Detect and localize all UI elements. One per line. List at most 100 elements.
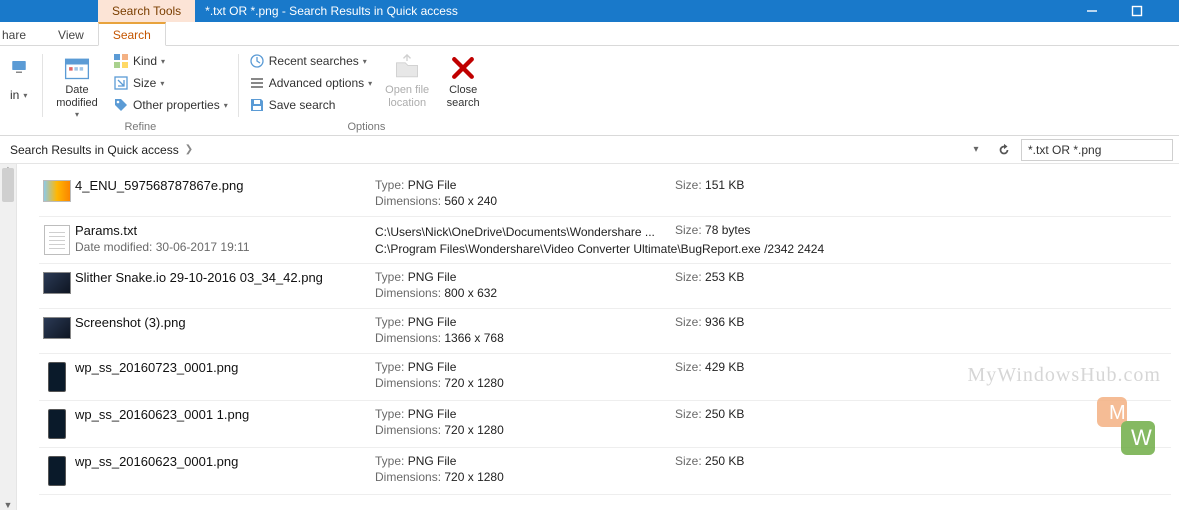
file-name-cell: Slither Snake.io 29-10-2016 03_34_42.png [75,270,375,285]
result-row[interactable]: 4_ENU_597568787867e.pngType: PNG FileDim… [39,172,1171,217]
chevron-right-icon[interactable]: ❯ [185,144,193,155]
file-size-cell: Size: 250 KB [675,407,875,421]
date-modified-button[interactable]: Date modified ▾ [49,50,105,119]
history-dropdown-button[interactable]: ▾ [965,139,987,161]
file-name-cell: wp_ss_20160723_0001.png [75,360,375,375]
file-size-cell: Size: 253 KB [675,270,875,284]
file-dimensions: Dimensions: 720 x 1280 [375,470,675,484]
scroll-down-icon[interactable]: ▼ [0,500,16,510]
result-row[interactable]: wp_ss_20160623_0001 1.pngType: PNG File D… [39,401,1171,448]
date-modified-label: Date modified [56,84,98,109]
close-window-button[interactable] [1159,0,1179,22]
search-input[interactable]: *.txt OR *.png [1021,139,1173,161]
window-controls [1069,0,1179,22]
file-name: Slither Snake.io 29-10-2016 03_34_42.png [75,270,365,285]
file-size: Size: 250 KB [675,407,875,421]
file-type: Type: PNG File [375,315,675,329]
titlebar-left-gap [0,0,98,22]
file-name-cell: Params.txtDate modified: 30-06-2017 19:1… [75,223,375,254]
advanced-options-label: Advanced options [269,76,364,90]
other-properties-dropdown[interactable]: Other properties ▾ [109,94,232,116]
file-size: Size: 936 KB [675,315,875,329]
file-icon [39,407,75,439]
content-area: ▲ ▼ 4_ENU_597568787867e.pngType: PNG Fil… [0,164,1179,510]
file-dimensions: Dimensions: 720 x 1280 [375,423,675,437]
file-size-cell: Size: 936 KB [675,315,875,329]
file-details-cell: Type: PNG FileDimensions: 720 x 1280 [375,454,675,484]
chevron-down-icon: ▾ [224,101,228,110]
close-search-button[interactable]: Close search [438,50,488,109]
minimize-button[interactable] [1069,0,1114,22]
file-icon [39,223,75,255]
result-row[interactable]: Slither Snake.io 29-10-2016 03_34_42.png… [39,264,1171,309]
file-size-cell: Size: 429 KB [675,360,875,374]
result-row[interactable]: Screenshot (3).pngType: PNG File Dimensio… [39,309,1171,354]
file-type: Type: PNG File [375,178,675,192]
maximize-button[interactable] [1114,0,1159,22]
calendar-icon [61,52,93,84]
tab-search[interactable]: Search [98,22,166,46]
file-icon [39,360,75,392]
file-name: Params.txt [75,223,365,238]
file-name-cell: wp_ss_20160623_0001.png [75,454,375,469]
file-dimensions: Dimensions: 720 x 1280 [375,376,675,390]
refresh-button[interactable] [993,139,1015,161]
file-icon [39,270,75,294]
chevron-down-icon: ▾ [23,91,27,100]
pc-icon [10,58,28,76]
file-name: wp_ss_20160723_0001.png [75,360,365,375]
result-row[interactable]: wp_ss_20160723_0001.png Type: PNG FileDim… [39,354,1171,401]
size-dropdown[interactable]: Size ▾ [109,72,232,94]
nav-pane-scrollbar[interactable]: ▲ ▼ [0,164,17,510]
kind-label: Kind [133,54,157,68]
folder-open-icon [391,52,423,84]
tab-share[interactable]: hare [0,24,44,45]
size-label: Size [133,76,156,90]
result-row[interactable]: Params.txtDate modified: 30-06-2017 19:1… [39,217,1171,264]
file-details-cell: C:\Users\Nick\OneDrive\Documents\Wonders… [375,223,675,239]
this-pc-button[interactable] [6,50,36,84]
save-search-label: Save search [269,98,336,112]
ribbon-group-location: in ▾ [0,50,42,135]
clock-icon [249,53,265,69]
file-type: Type: PNG File [375,270,675,284]
file-details-cell: Type: PNG File Dimensions: 800 x 632 [375,270,675,300]
result-row[interactable]: wp_ss_20160623_0001.pngType: PNG FileDim… [39,448,1171,495]
breadcrumb[interactable]: Search Results in Quick access ❯ [6,143,959,157]
file-details-cell: Type: PNG FileDimensions: 720 x 1280 [375,360,675,390]
tab-view[interactable]: View [44,24,98,45]
other-properties-label: Other properties [133,98,220,112]
search-input-value: *.txt OR *.png [1028,143,1101,157]
address-bar-row: Search Results in Quick access ❯ ▾ *.txt… [0,136,1179,164]
kind-icon [113,53,129,69]
file-name-cell: Screenshot (3).png [75,315,375,330]
file-type: Type: PNG File [375,407,675,421]
contextual-tab-search-tools[interactable]: Search Tools [98,0,195,22]
file-dimensions: Dimensions: 800 x 632 [375,286,675,300]
advanced-options-dropdown[interactable]: Advanced options ▾ [245,72,376,94]
open-file-location-button: Open file location [376,50,438,109]
save-search-button[interactable]: Save search [245,94,376,116]
size-icon [113,75,129,91]
file-size: Size: 253 KB [675,270,875,284]
recent-searches-dropdown[interactable]: Recent searches ▾ [245,50,376,72]
ribbon-tabs: hare View Search [0,22,1179,46]
file-size-cell: Size: 78 bytes [675,223,875,237]
file-dimensions: Dimensions: 1366 x 768 [375,331,675,345]
file-name-cell: wp_ss_20160623_0001 1.png [75,407,375,422]
file-size: Size: 250 KB [675,454,875,468]
window-title: *.txt OR *.png - Search Results in Quick… [195,0,1069,22]
save-icon [249,97,265,113]
ribbon-group-refine: Date modified ▾ Kind ▾ Size ▾ [43,50,238,135]
search-in-dropdown[interactable]: in ▾ [6,84,36,106]
kind-dropdown[interactable]: Kind ▾ [109,50,232,72]
file-path: C:\Users\Nick\OneDrive\Documents\Wonders… [375,225,675,239]
file-icon [39,315,75,339]
scrollbar-thumb[interactable] [2,168,14,202]
file-details-cell: Type: PNG FileDimensions: 560 x 240 [375,178,675,208]
close-icon [447,52,479,84]
ribbon: in ▾ Date modified ▾ Kind [0,46,1179,136]
chevron-down-icon: ▾ [363,57,367,66]
chevron-down-icon: ▾ [75,110,79,119]
file-icon [39,454,75,486]
